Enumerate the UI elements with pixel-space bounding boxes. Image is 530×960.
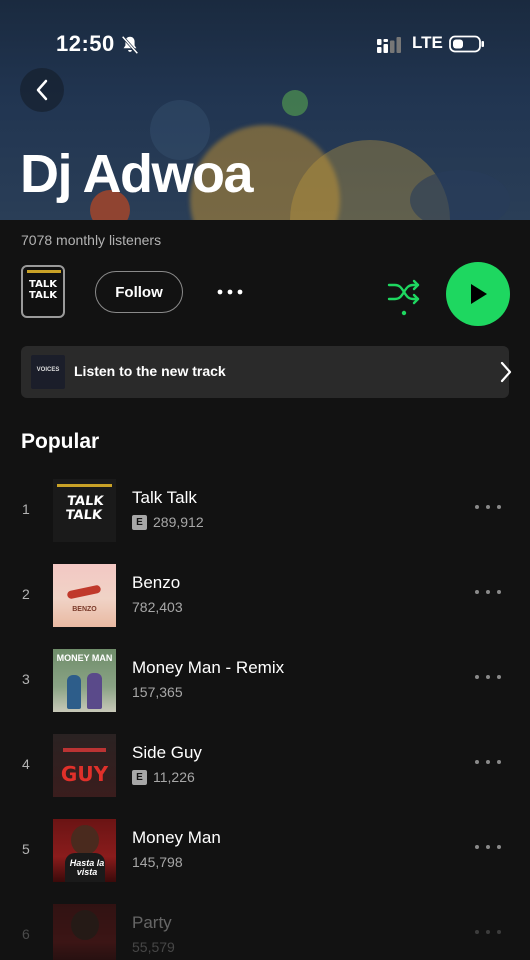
play-icon: [471, 284, 487, 304]
track-rank: 3: [22, 671, 30, 687]
promo-text: Listen to the new track: [74, 363, 226, 379]
track-rank: 1: [22, 501, 30, 517]
track-meta: 145,798: [132, 854, 183, 870]
status-time: 12:50: [56, 31, 115, 56]
new-track-promo[interactable]: VOICES Listen to the new track: [21, 346, 512, 398]
track-meta: 782,403: [132, 599, 183, 615]
network-type: LTE: [412, 33, 443, 52]
back-button[interactable]: [20, 68, 64, 112]
artwork-text: MONEY MAN: [56, 653, 113, 663]
track-title: Money Man - Remix: [132, 658, 285, 677]
header-bokeh: [282, 90, 308, 116]
shuffle-icon[interactable]: [386, 276, 422, 316]
track-title: Benzo: [132, 573, 181, 592]
popular-heading: Popular: [21, 430, 100, 453]
track-row[interactable]: 5 Hasta la vista Money Man 145,798: [0, 815, 530, 887]
track-row[interactable]: 2 BENZO Benzo 782,403: [0, 560, 530, 632]
artist-header: 12:50 LTE Dj Adwoa: [0, 0, 530, 220]
more-horizontal-icon[interactable]: [474, 671, 502, 683]
artwork-text: Hasta la vista: [69, 858, 105, 877]
track-plays: 157,365: [132, 684, 183, 700]
track-plays: 145,798: [132, 854, 183, 870]
artist-name: Dj Adwoa: [20, 144, 254, 204]
track-artwork: [53, 904, 116, 960]
track-plays: 289,912: [153, 514, 204, 530]
track-artwork: GUY: [53, 734, 116, 797]
track-artwork: BENZO: [53, 564, 116, 627]
track-rank: 4: [22, 756, 30, 772]
cover-text: TALK: [29, 290, 57, 301]
track-meta: E 11,226: [132, 769, 195, 785]
header-bokeh: [410, 170, 510, 220]
battery-icon: [449, 35, 484, 53]
track-title: Talk Talk: [132, 488, 197, 507]
track-title: Party: [132, 913, 172, 932]
track-title: Money Man: [132, 828, 221, 847]
track-meta: 157,365: [132, 684, 183, 700]
track-meta: 55,579: [132, 939, 175, 955]
track-row[interactable]: 4 GUY Side Guy E 11,226: [0, 730, 530, 802]
track-rank: 5: [22, 841, 30, 857]
follow-button[interactable]: Follow: [95, 271, 183, 313]
track-row[interactable]: 6 Party 55,579: [0, 900, 530, 960]
more-horizontal-icon[interactable]: [474, 586, 502, 598]
more-horizontal-icon[interactable]: [474, 501, 502, 513]
promo-thumb-text: VOICES: [36, 367, 60, 373]
track-title: Side Guy: [132, 743, 202, 762]
track-plays: 55,579: [132, 939, 175, 955]
track-row[interactable]: 3 MONEY MAN Money Man - Remix 157,365: [0, 645, 530, 717]
artist-controls: TALK TALK Follow: [0, 262, 530, 326]
play-button[interactable]: [446, 262, 510, 326]
artwork-text: BENZO: [72, 606, 97, 613]
chevron-left-icon: [36, 79, 48, 101]
track-rank: 2: [22, 586, 30, 602]
chevron-right-icon: [500, 361, 512, 383]
artwork-text: TALK TALK: [64, 494, 105, 523]
track-artwork: TALK TALK: [53, 479, 116, 542]
explicit-badge: E: [132, 769, 147, 785]
artist-cover-thumbnail[interactable]: TALK TALK: [21, 265, 65, 318]
artwork-text: GUY: [60, 762, 109, 786]
track-artwork: Hasta la vista: [53, 819, 116, 882]
track-row[interactable]: 1 TALK TALK Talk Talk E 289,912: [0, 475, 530, 547]
cover-text: TALK: [29, 279, 57, 290]
track-artwork: MONEY MAN: [53, 649, 116, 712]
explicit-badge: E: [132, 514, 147, 530]
status-bar: 12:50 LTE: [0, 26, 530, 62]
promo-thumbnail: VOICES: [31, 355, 65, 389]
more-horizontal-icon[interactable]: [212, 276, 248, 306]
track-plays: 11,226: [153, 769, 195, 785]
signal-bars-icon: [377, 37, 401, 53]
bell-slash-icon: [121, 35, 139, 55]
track-plays: 782,403: [132, 599, 183, 615]
track-meta: E 289,912: [132, 514, 204, 530]
more-horizontal-icon[interactable]: [474, 756, 502, 768]
track-rank: 6: [22, 926, 30, 942]
more-horizontal-icon[interactable]: [474, 841, 502, 853]
monthly-listeners: 7078 monthly listeners: [21, 232, 162, 248]
more-horizontal-icon[interactable]: [474, 926, 502, 938]
